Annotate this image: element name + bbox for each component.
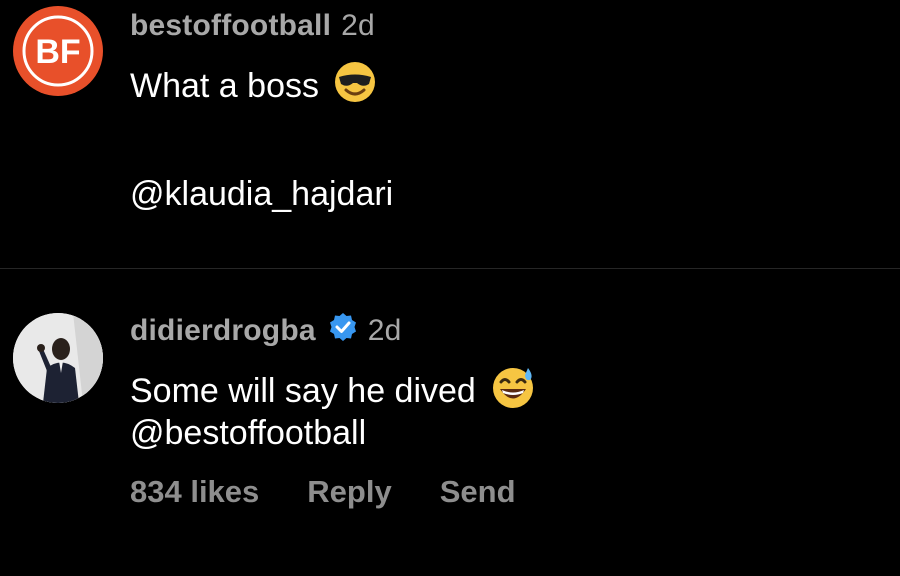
grinning-face-with-sweat-icon [490, 364, 536, 419]
mention-link[interactable]: @bestoffootball [130, 414, 366, 453]
divider [0, 268, 900, 269]
svg-text:BF: BF [35, 33, 80, 71]
profile-photo-icon [13, 313, 103, 403]
mention-link[interactable]: @klaudia_hajdari [130, 175, 393, 214]
send-button[interactable]: Send [440, 474, 516, 510]
comment-text: Some will say he dived [130, 372, 476, 410]
likes-count[interactable]: 834 likes [130, 474, 259, 510]
timestamp: 2d [341, 9, 375, 42]
username[interactable]: didierdrogba [130, 314, 316, 348]
comment-actions: 834 likes Reply Send [130, 474, 564, 510]
mention-line: @klaudia_hajdari [130, 175, 393, 214]
timestamp: 2d [367, 314, 402, 347]
avatar-bestoffootball[interactable]: BF [13, 6, 103, 96]
reply-button[interactable]: Reply [307, 474, 391, 510]
comment-text-line: What a boss [130, 60, 377, 113]
comment-header: bestoffootball 2d [130, 9, 375, 43]
avatar-didierdrogba[interactable] [13, 313, 103, 403]
mention-line: @bestoffootball [130, 414, 366, 453]
comment-text: What a boss [130, 67, 319, 105]
smiling-face-with-sunglasses-icon [333, 60, 377, 113]
username[interactable]: bestoffootball [130, 9, 331, 43]
comment-text-line: Some will say he dived [130, 364, 536, 419]
verified-badge-icon [328, 312, 358, 350]
comment-header: didierdrogba 2d [130, 312, 402, 350]
bf-logo-icon: BF [22, 15, 94, 87]
